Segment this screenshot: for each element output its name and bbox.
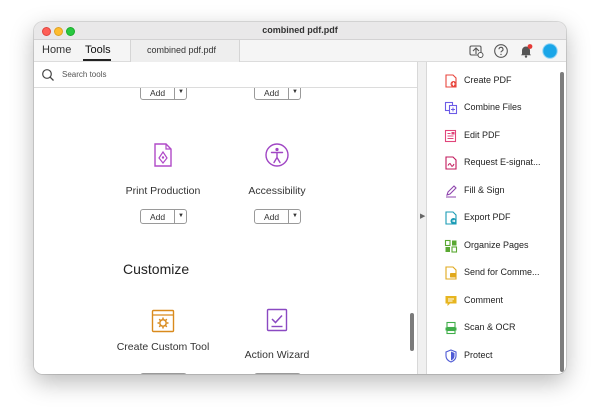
action-wizard-icon[interactable] [264, 307, 290, 333]
right-item-export-pdf[interactable]: Export PDF [427, 208, 557, 230]
right-item-send-for-comments[interactable]: Send for Comme... [427, 263, 557, 285]
tab-tools[interactable]: Tools [85, 44, 111, 56]
fill-sign-icon [444, 184, 458, 198]
window-title: combined pdf.pdf [262, 25, 338, 35]
add-button[interactable]: Add ▼ [254, 88, 301, 100]
right-item-fill-sign[interactable]: Fill & Sign [427, 181, 557, 203]
title-bar: combined pdf.pdf [34, 22, 566, 40]
create-pdf-icon [444, 74, 458, 88]
action-wizard-label[interactable]: Action Wizard [212, 349, 342, 361]
print-production-add-button[interactable]: Add ▼ [140, 209, 187, 224]
accessibility-label[interactable]: Accessibility [212, 185, 342, 197]
pane-divider[interactable]: ▶ [417, 62, 427, 374]
tool-search[interactable]: Search tools [34, 62, 417, 88]
right-item-edit-pdf[interactable]: Edit PDF [427, 126, 557, 148]
right-item-comment[interactable]: Comment [427, 291, 557, 313]
right-item-request-esignature[interactable]: Request E-signat... [427, 153, 557, 175]
share-icon[interactable] [468, 43, 484, 59]
tools-scrollbar[interactable] [410, 313, 414, 351]
accessibility-icon[interactable] [264, 142, 290, 168]
right-item-protect[interactable]: Protect [427, 346, 557, 368]
right-item-organize-pages[interactable]: Organize Pages [427, 236, 557, 258]
request-esign-icon [444, 156, 458, 170]
right-pane-scrollbar[interactable] [560, 72, 564, 372]
tab-home[interactable]: Home [42, 44, 71, 56]
help-icon[interactable] [493, 43, 509, 59]
collapse-pane-icon[interactable]: ▶ [420, 212, 425, 220]
scan-ocr-icon [444, 321, 458, 335]
create-custom-tool-icon[interactable] [150, 308, 176, 334]
print-production-label[interactable]: Print Production [98, 185, 228, 197]
document-tab-label: combined pdf.pdf [147, 45, 217, 55]
avatar[interactable] [542, 43, 558, 59]
organize-pages-icon [444, 239, 458, 253]
right-item-create-pdf[interactable]: Create PDF [427, 71, 557, 93]
send-comment-icon [444, 266, 458, 280]
tab-bar: Home Tools combined pdf.pdf [34, 40, 566, 62]
search-input[interactable]: Search tools [62, 70, 106, 79]
tools-grid: Add ▼ Add ▼ Print Production Add ▼ Accessib… [34, 88, 417, 374]
right-item-combine-files[interactable]: Combine Files [427, 98, 557, 120]
app-window: combined pdf.pdf Home Tools combined pdf… [34, 22, 566, 374]
export-pdf-icon [444, 211, 458, 225]
combine-files-icon [444, 101, 458, 115]
active-tab-indicator [83, 59, 111, 61]
chevron-down-icon[interactable]: ▼ [175, 88, 187, 98]
chevron-down-icon[interactable]: ▼ [289, 211, 301, 222]
chevron-down-icon[interactable]: ▼ [175, 211, 187, 222]
add-button[interactable]: Add ▼ [140, 88, 187, 100]
search-icon [41, 68, 55, 82]
create-custom-tool-add-button[interactable]: Add▼ [140, 373, 187, 374]
protect-icon [444, 349, 458, 363]
accessibility-add-button[interactable]: Add ▼ [254, 209, 301, 224]
right-item-scan-ocr[interactable]: Scan & OCR [427, 318, 557, 340]
create-custom-tool-label[interactable]: Create Custom Tool [98, 341, 228, 353]
print-production-icon[interactable] [150, 142, 176, 168]
customize-heading: Customize [123, 261, 190, 277]
action-wizard-add-button[interactable]: Add▼ [254, 373, 301, 374]
notification-bell-icon[interactable] [518, 43, 534, 59]
chevron-down-icon[interactable]: ▼ [289, 88, 301, 98]
tab-document[interactable]: combined pdf.pdf [130, 40, 240, 62]
right-tools-pane: Create PDF Combine Files Edit PDF Reques… [427, 62, 566, 374]
comment-icon [444, 294, 458, 308]
edit-pdf-icon [444, 129, 458, 143]
